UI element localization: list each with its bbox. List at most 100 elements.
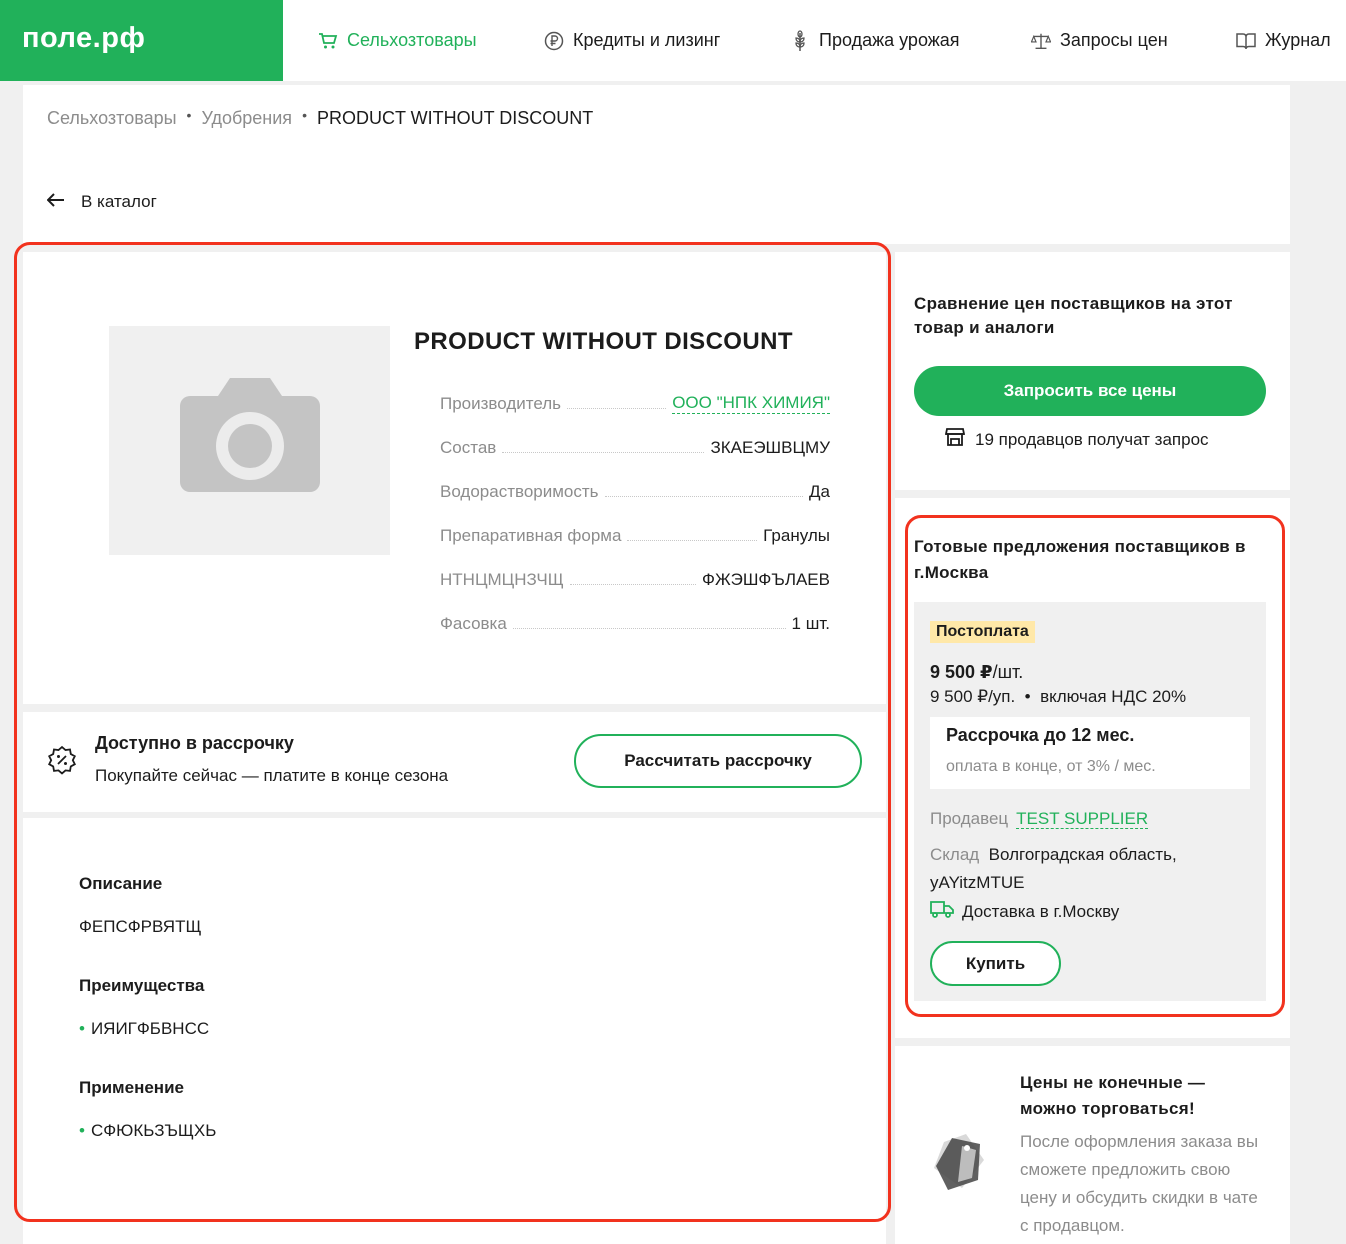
spec-key: Производитель [440,394,562,413]
camera-icon [176,374,324,507]
nav-credits[interactable]: Кредиты и лизинг [544,30,720,51]
nav-label: Журнал [1265,30,1331,50]
manufacturer-link[interactable]: ООО "НПК ХИМИЯ" [672,393,830,414]
price-tag-icon [922,1124,992,1199]
arrow-left-icon [46,192,65,212]
description-text: ФЕПСФРВЯТЩ [79,917,202,936]
spec-value: Да [809,482,830,501]
spec-leader [604,496,804,497]
divider [895,490,1290,498]
spec-leader [502,452,705,453]
compare-title: Сравнение цен поставщиков на этот товар … [914,294,1233,337]
spec-row: Состав ЗКАЕЭШВЦМУ [440,432,830,458]
breadcrumb-fertilizers[interactable]: Удобрения [201,108,292,129]
price-unit: /шт. [992,662,1024,682]
spec-key: Препаративная форма [440,526,622,545]
nav-agro-goods[interactable]: Сельхозтовары [318,30,477,51]
bullet: • [79,1019,85,1038]
calculate-installment-button[interactable]: Рассчитать рассрочку [574,734,862,788]
price-value: 9 500 ₽ [930,662,993,682]
delivery-text: Доставка в г.Москву [962,901,1120,921]
delivery-row: Доставка в г.Москву [930,900,1119,923]
wheat-icon [790,29,810,51]
spec-leader [627,540,758,541]
seller-row: Продавец TEST SUPPLIER [930,809,1149,829]
back-label: В каталог [81,192,157,211]
back-to-catalog-link[interactable]: В каталог [46,192,157,212]
spec-key: НТНЦМЦНЗЧЩ [440,570,564,589]
product-image-placeholder [109,326,390,555]
negotiate-text: После оформления заказа вы сможете предл… [1020,1132,1259,1235]
installment-title: Доступно в рассрочку [95,733,294,753]
spec-key: Водорастворимость [440,482,599,501]
breadcrumb-agro-goods[interactable]: Сельхозтовары [47,108,177,129]
store-icon [944,428,966,451]
stock-row: Склад Волгоградская область, yAYitzMTUE [930,841,1250,897]
divider [23,812,886,818]
advantages-list-item: • ИЯИГФБВНСС [79,1019,209,1039]
seller-link[interactable]: TEST SUPPLIER [1016,809,1149,829]
breadcrumb-separator: • [186,106,192,123]
spec-leader [512,628,786,629]
logo[interactable]: поле.рф [0,0,283,81]
truck-icon [930,900,954,923]
pack-price: 9 500 ₽/уп. • включая НДС 20% [930,687,1187,706]
spec-row: НТНЦМЦНЗЧЩ ФЖЭШФЪЛАЕВ [440,564,830,590]
description-heading: Описание [79,874,163,893]
sellers-note: 19 продавцов получат запрос [944,428,1209,451]
nav-label: Кредиты и лизинг [573,30,721,50]
offer-installment-title: Рассрочка до 12 мес. [946,725,1135,745]
usage-text: СФЮКЬЗЪЩХЬ [90,1121,217,1140]
nav-label: Запросы цен [1060,30,1168,50]
installment-subtitle: Покупайте сейчас — платите в конце сезон… [95,766,449,785]
breadcrumb: Сельхозтовары • Удобрения • PRODUCT WITH… [47,106,594,129]
nav-label: Сельхозтовары [347,30,477,50]
buy-button[interactable]: Купить [930,941,1061,986]
spec-row: Производитель ООО "НПК ХИМИЯ" [440,388,830,414]
seller-label: Продавец [930,809,1009,828]
request-all-prices-button[interactable]: Запросить все цены [914,366,1266,416]
negotiate-title: Цены не конечные — можно торговаться! [1020,1073,1206,1118]
top-navigation: поле.рф Сельхозтовары Кредиты и лизинг П… [0,0,1346,81]
book-icon [1236,31,1256,51]
scales-icon [1031,31,1051,51]
divider [23,704,886,712]
offer-installment-terms: оплата в конце, от 3% / мес. [946,758,1156,775]
nav-harvest[interactable]: Продажа урожая [790,29,960,51]
spec-value: ЗКАЕЭШВЦМУ [710,438,830,457]
usage-heading: Применение [79,1078,184,1097]
nav-label: Продажа урожая [819,30,960,50]
spec-key: Состав [440,438,497,457]
sellers-note-text: 19 продавцов получат запрос [975,429,1209,449]
spec-key: Фасовка [440,614,507,633]
bullet: • [79,1121,85,1140]
unit-price: 9 500 ₽/шт. [930,662,1023,683]
spec-value: 1 шт. [791,614,830,633]
payment-badge: Постоплата [930,621,1035,643]
advantages-heading: Преимущества [79,976,205,995]
stock-label: Склад [930,845,980,864]
spec-row: Водорастворимость Да [440,476,830,502]
spec-leader [567,408,667,409]
divider [886,244,895,1244]
cart-icon [318,31,338,51]
divider [23,244,1290,252]
nav-price-requests[interactable]: Запросы цен [1031,30,1168,51]
percent-badge-icon [47,745,77,780]
ruble-coin-icon [544,31,564,51]
spec-row: Препаративная форма Гранулы [440,520,830,546]
nav-journal[interactable]: Журнал [1236,30,1331,51]
spec-row: Фасовка 1 шт. [440,608,830,634]
divider [895,1038,1290,1046]
vat-note: включая НДС 20% [1040,687,1187,706]
pack-price-value: 9 500 ₽/уп. [930,687,1016,706]
product-title: PRODUCT WITHOUT DISCOUNT [414,328,793,355]
advantage-text: ИЯИГФБВНСС [90,1019,210,1038]
offers-title: Готовые предложения поставщиков в г.Моск… [914,537,1246,582]
spec-value: ФЖЭШФЪЛАЕВ [702,570,830,589]
spec-value: Гранулы [763,526,830,545]
offer-installment: Рассрочка до 12 мес. оплата в конце, от … [930,717,1250,789]
breadcrumb-current: PRODUCT WITHOUT DISCOUNT [316,108,594,128]
breadcrumb-separator: • [302,106,307,123]
usage-list-item: • СФЮКЬЗЪЩХЬ [79,1121,216,1141]
